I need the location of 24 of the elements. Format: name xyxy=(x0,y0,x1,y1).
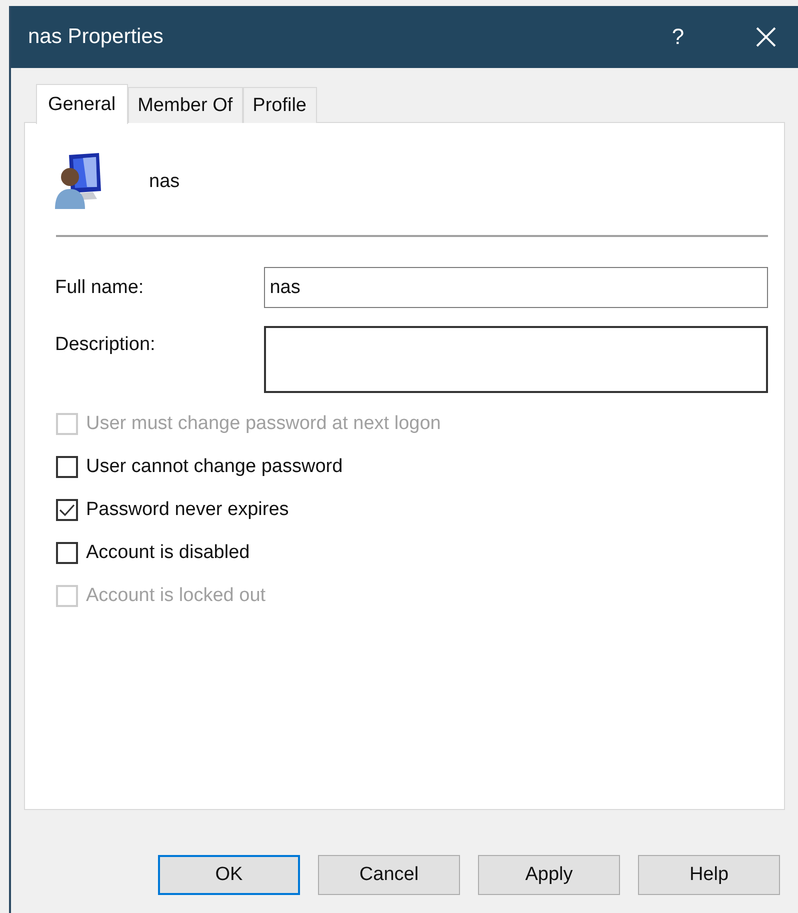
checkbox-label: User cannot change password xyxy=(86,456,343,478)
checkbox-label: User must change password at next logon xyxy=(86,413,441,435)
window-title: nas Properties xyxy=(28,25,164,49)
dialog-button[interactable]: Apply xyxy=(478,855,620,895)
input-field[interactable]: nas xyxy=(264,267,768,308)
help-button[interactable]: ? xyxy=(658,24,698,50)
dialog-button[interactable]: OK xyxy=(158,855,300,895)
dialog-button[interactable]: Help xyxy=(638,855,780,895)
tab[interactable]: Profile xyxy=(242,87,316,123)
checkbox-label: Account is disabled xyxy=(86,542,250,564)
check-icon xyxy=(58,503,76,517)
checkbox[interactable] xyxy=(56,542,78,564)
checkbox-label: Password never expires xyxy=(86,499,289,521)
checkbox[interactable] xyxy=(56,499,78,521)
tab[interactable]: General xyxy=(36,84,128,124)
checkbox[interactable] xyxy=(56,456,78,478)
dialog-button[interactable]: Cancel xyxy=(318,855,460,895)
field-label: Full name: xyxy=(55,276,145,298)
text-area[interactable] xyxy=(264,326,768,393)
tab[interactable]: Member Of xyxy=(128,87,243,123)
field-label: Description: xyxy=(55,334,156,356)
close-icon xyxy=(755,26,777,48)
checkbox-label: Account is locked out xyxy=(86,585,266,607)
user-name: nas xyxy=(149,171,180,193)
